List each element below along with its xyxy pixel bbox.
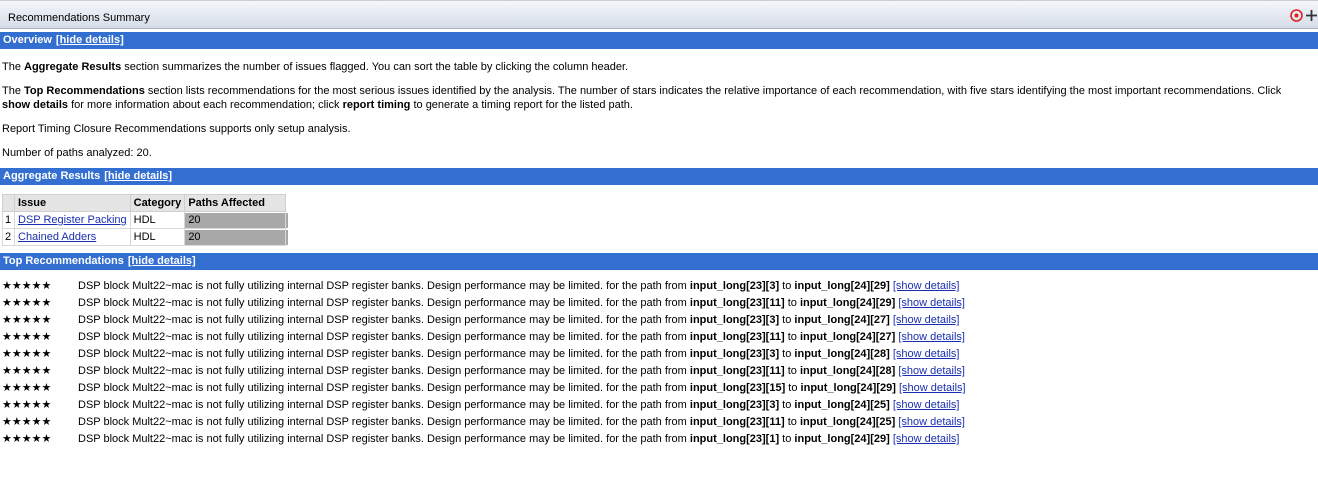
- expand-icon[interactable]: [1305, 9, 1318, 22]
- overview-paragraph-setup: Report Timing Closure Recommendations su…: [2, 123, 351, 135]
- issue-link[interactable]: Chained Adders: [18, 231, 96, 243]
- recommendation-text: DSP block Mult22~mac is not fully utiliz…: [78, 382, 966, 394]
- issue-cell: DSP Register Packing: [14, 211, 131, 229]
- path-to: input_long[24][29]: [799, 297, 896, 309]
- path-to: input_long[24][27]: [799, 331, 896, 343]
- paths-affected-cell: 20: [184, 228, 289, 246]
- importance-stars: ★★★★★: [2, 280, 52, 292]
- overview-heading: Overview: [3, 34, 52, 46]
- paths-affected-bar: 20: [185, 229, 289, 245]
- category-column-header[interactable]: Category: [129, 194, 186, 212]
- overview-paragraph-top-recommendations: The Top Recommendations section lists re…: [2, 85, 1282, 111]
- paths-affected-bar: 20: [185, 212, 289, 228]
- importance-stars: ★★★★★: [2, 331, 52, 343]
- importance-stars: ★★★★★: [2, 399, 52, 411]
- show-details-link[interactable]: [show details]: [893, 348, 960, 360]
- path-to: input_long[24][29]: [794, 280, 890, 292]
- path-from: input_long[23][11]: [689, 416, 785, 428]
- path-to: input_long[24][28]: [799, 365, 896, 377]
- recommendation-text: DSP block Mult22~mac is not fully utiliz…: [78, 331, 965, 343]
- recommendations-header: Top Recommendations [hide details]: [0, 253, 1318, 270]
- path-to: input_long[24][28]: [794, 348, 890, 360]
- aggregate-heading: Aggregate Results: [3, 170, 101, 182]
- importance-stars: ★★★★★: [2, 297, 52, 309]
- show-details-link[interactable]: [show details]: [898, 416, 965, 428]
- path-to: input_long[24][27]: [794, 314, 890, 326]
- importance-stars: ★★★★★: [2, 416, 52, 428]
- paths-affected-cell: 20: [184, 211, 289, 229]
- show-details-link[interactable]: [show details]: [898, 365, 965, 377]
- recommendations-heading: Top Recommendations: [3, 255, 124, 267]
- issue-column-header[interactable]: Issue: [14, 194, 131, 212]
- recommendation-text: DSP block Mult22~mac is not fully utiliz…: [78, 314, 960, 326]
- table-row: 1 DSP Register Packing HDL 20: [2, 211, 289, 229]
- importance-stars: ★★★★★: [2, 433, 52, 445]
- overview-paragraph-aggregate: The Aggregate Results section summarizes…: [2, 61, 629, 73]
- issue-link[interactable]: DSP Register Packing: [18, 214, 127, 226]
- category-cell: HDL: [129, 228, 186, 246]
- issue-cell: Chained Adders: [14, 228, 131, 246]
- recommendation-text: DSP block Mult22~mac is not fully utiliz…: [78, 297, 965, 309]
- path-from: input_long[23][11]: [689, 365, 785, 377]
- show-details-link[interactable]: [show details]: [898, 331, 965, 343]
- table-row: 2 Chained Adders HDL 20: [2, 228, 289, 246]
- recommendation-text: DSP block Mult22~mac is not fully utiliz…: [78, 365, 965, 377]
- recommendations-hide-details-link[interactable]: [hide details]: [128, 255, 196, 267]
- show-details-link[interactable]: [show details]: [898, 297, 965, 309]
- recommendation-text: DSP block Mult22~mac is not fully utiliz…: [78, 280, 960, 292]
- path-from: input_long[23][3]: [689, 280, 780, 292]
- overview-header: Overview [hide details]: [0, 32, 1318, 49]
- overview-paths-analyzed: Number of paths analyzed: 20.: [2, 147, 152, 159]
- importance-stars: ★★★★★: [2, 314, 52, 326]
- index-column-header: [2, 194, 15, 212]
- show-details-link[interactable]: [show details]: [899, 382, 966, 394]
- row-index: 1: [2, 211, 15, 229]
- path-from: input_long[23][1]: [689, 433, 780, 445]
- category-cell: HDL: [129, 211, 186, 229]
- path-from: input_long[23][15]: [689, 382, 786, 394]
- importance-stars: ★★★★★: [2, 365, 52, 377]
- path-to: input_long[24][29]: [800, 382, 896, 394]
- importance-stars: ★★★★★: [2, 382, 52, 394]
- aggregate-hide-details-link[interactable]: [hide details]: [104, 170, 172, 182]
- recommendation-text: DSP block Mult22~mac is not fully utiliz…: [78, 399, 960, 411]
- window-title: Recommendations Summary: [8, 12, 150, 24]
- path-from: input_long[23][3]: [689, 399, 780, 411]
- overview-hide-details-link[interactable]: [hide details]: [56, 34, 124, 46]
- recommendation-text: DSP block Mult22~mac is not fully utiliz…: [78, 416, 965, 428]
- path-to: input_long[24][25]: [794, 399, 890, 411]
- show-details-link[interactable]: [show details]: [893, 399, 960, 411]
- paths-affected-column-header[interactable]: Paths Affected: [184, 194, 287, 212]
- path-from: input_long[23][3]: [689, 314, 780, 326]
- window-titlebar: Recommendations Summary: [0, 0, 1318, 29]
- path-from: input_long[23][11]: [689, 297, 785, 309]
- path-from: input_long[23][3]: [689, 348, 780, 360]
- path-to: input_long[24][29]: [794, 433, 890, 445]
- show-details-link[interactable]: [show details]: [893, 314, 960, 326]
- recommendation-text: DSP block Mult22~mac is not fully utiliz…: [78, 433, 960, 445]
- aggregate-results-table: Issue Category Paths Affected 1 DSP Regi…: [2, 194, 289, 246]
- recommendation-text: DSP block Mult22~mac is not fully utiliz…: [78, 348, 960, 360]
- row-index: 2: [2, 228, 15, 246]
- show-details-link[interactable]: [show details]: [893, 433, 960, 445]
- show-details-link[interactable]: [show details]: [893, 280, 960, 292]
- path-from: input_long[23][11]: [689, 331, 785, 343]
- aggregate-header: Aggregate Results [hide details]: [0, 168, 1318, 185]
- titlebar-icons: [1290, 9, 1318, 22]
- path-to: input_long[24][25]: [799, 416, 896, 428]
- target-icon[interactable]: [1290, 9, 1303, 22]
- importance-stars: ★★★★★: [2, 348, 52, 360]
